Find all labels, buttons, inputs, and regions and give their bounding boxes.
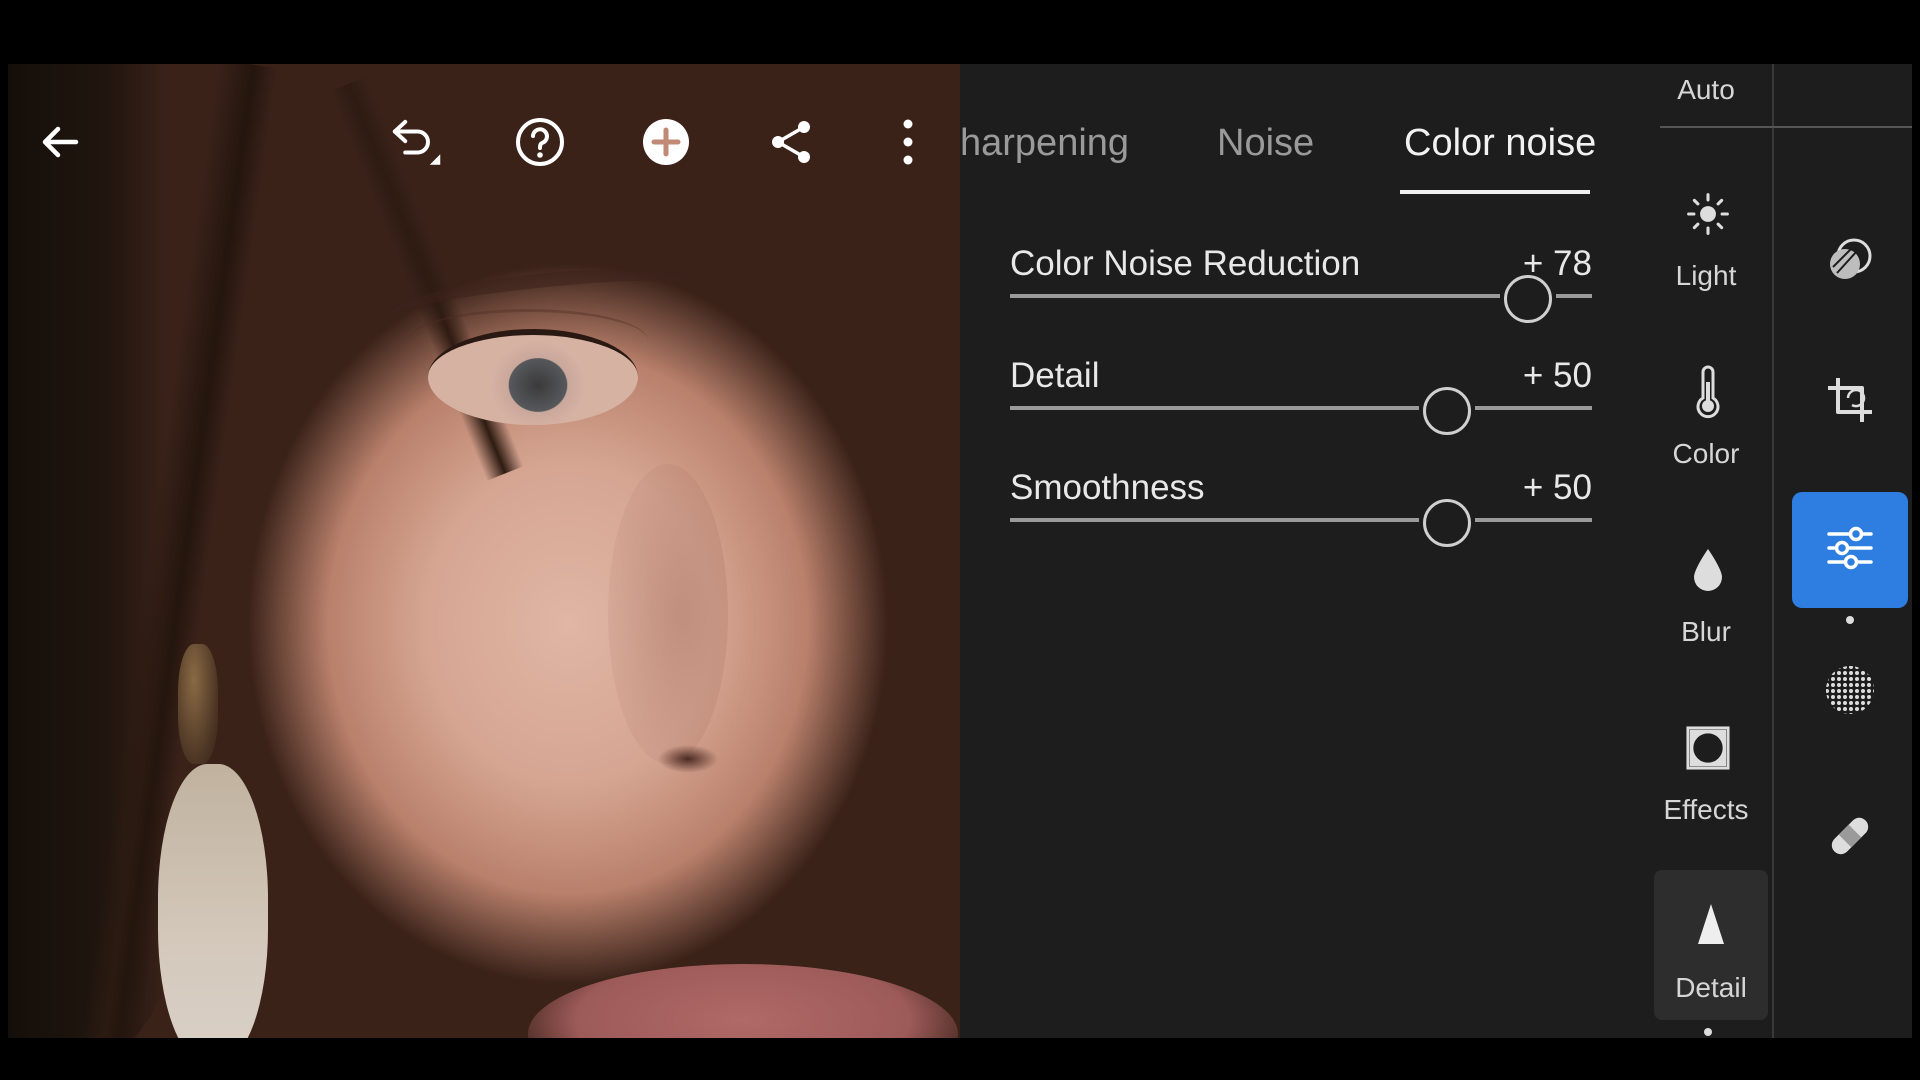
frame-edge xyxy=(1728,126,1912,128)
slider-label: Detail xyxy=(1010,356,1100,395)
slider-color-noise-reduction: Color Noise Reduction + 78 xyxy=(1010,244,1592,334)
presets-icon xyxy=(1825,235,1875,290)
category-detail[interactable]: Detail xyxy=(1654,870,1768,1020)
slider-value: + 50 xyxy=(1522,468,1592,507)
slider-track-right xyxy=(1556,294,1592,298)
undo-icon[interactable] xyxy=(386,114,442,170)
slider-track-left xyxy=(1010,406,1419,410)
share-icon[interactable] xyxy=(764,114,820,170)
vignette-icon xyxy=(1686,718,1730,778)
active-indicator-dot xyxy=(1846,616,1854,624)
photo-eye xyxy=(428,329,638,425)
tab-noise[interactable]: Noise xyxy=(1217,122,1314,165)
slider-thumb[interactable] xyxy=(1504,275,1552,323)
adjust-sliders-icon xyxy=(1825,526,1875,575)
category-label: Light xyxy=(1675,260,1737,291)
add-icon[interactable] xyxy=(638,114,694,170)
healing-button[interactable] xyxy=(1792,780,1908,896)
presets-button[interactable] xyxy=(1792,204,1908,320)
help-icon[interactable] xyxy=(512,114,568,170)
category-effects[interactable]: Effects xyxy=(1640,718,1772,868)
active-tab-indicator xyxy=(1400,190,1590,194)
back-arrow-icon[interactable] xyxy=(32,114,88,170)
category-color[interactable]: Color xyxy=(1640,362,1772,512)
photo-lips xyxy=(528,964,958,1038)
tab-sharpening[interactable]: harpening xyxy=(960,122,1129,165)
crop-icon xyxy=(1824,374,1876,431)
category-light[interactable]: Light xyxy=(1640,184,1772,334)
slider-thumb[interactable] xyxy=(1423,499,1471,547)
edit-category-column: Auto Light Color Blur Effects Detail xyxy=(1640,64,1772,1038)
photo-preview[interactable] xyxy=(8,64,960,1038)
healing-bandage-icon xyxy=(1824,810,1876,867)
slider-track-right xyxy=(1475,518,1592,522)
slider-track-right xyxy=(1475,406,1592,410)
slider-track[interactable] xyxy=(1010,387,1592,435)
active-indicator-dot xyxy=(1704,1028,1712,1036)
tool-rail xyxy=(1774,64,1912,1038)
slider-smoothness: Smoothness + 50 xyxy=(1010,468,1592,558)
droplet-icon xyxy=(1686,540,1730,600)
crop-button[interactable] xyxy=(1792,344,1908,460)
masking-icon xyxy=(1824,664,1876,721)
category-label: Blur xyxy=(1681,616,1731,647)
detail-panel: harpening Noise Color noise Color Noise … xyxy=(960,64,1640,1038)
slider-track[interactable] xyxy=(1010,275,1592,323)
slider-track[interactable] xyxy=(1010,499,1592,547)
slider-track-left xyxy=(1010,294,1500,298)
tab-color-noise[interactable]: Color noise xyxy=(1404,122,1596,165)
slider-label: Smoothness xyxy=(1010,468,1205,507)
slider-detail: Detail + 50 xyxy=(1010,356,1592,446)
slider-thumb[interactable] xyxy=(1423,387,1471,435)
thermometer-icon xyxy=(1686,362,1730,422)
category-label: Detail xyxy=(1675,972,1747,1003)
slider-track-left xyxy=(1010,518,1419,522)
triangle-icon xyxy=(1689,894,1733,954)
photo-earring xyxy=(178,644,218,764)
adjust-button[interactable] xyxy=(1792,492,1908,608)
category-label: Color xyxy=(1672,438,1740,469)
auto-button[interactable]: Auto xyxy=(1640,74,1772,106)
sun-icon xyxy=(1686,184,1730,244)
slider-value: + 50 xyxy=(1522,356,1592,395)
category-label: Effects xyxy=(1663,794,1749,825)
photo-nostril xyxy=(648,704,808,794)
category-blur[interactable]: Blur xyxy=(1640,540,1772,690)
masking-button[interactable] xyxy=(1792,634,1908,750)
app-frame: harpening Noise Color noise Color Noise … xyxy=(8,64,1912,1038)
slider-label: Color Noise Reduction xyxy=(1010,244,1361,283)
photo-earring-tassel xyxy=(158,764,268,1038)
more-vertical-icon[interactable] xyxy=(880,114,936,170)
